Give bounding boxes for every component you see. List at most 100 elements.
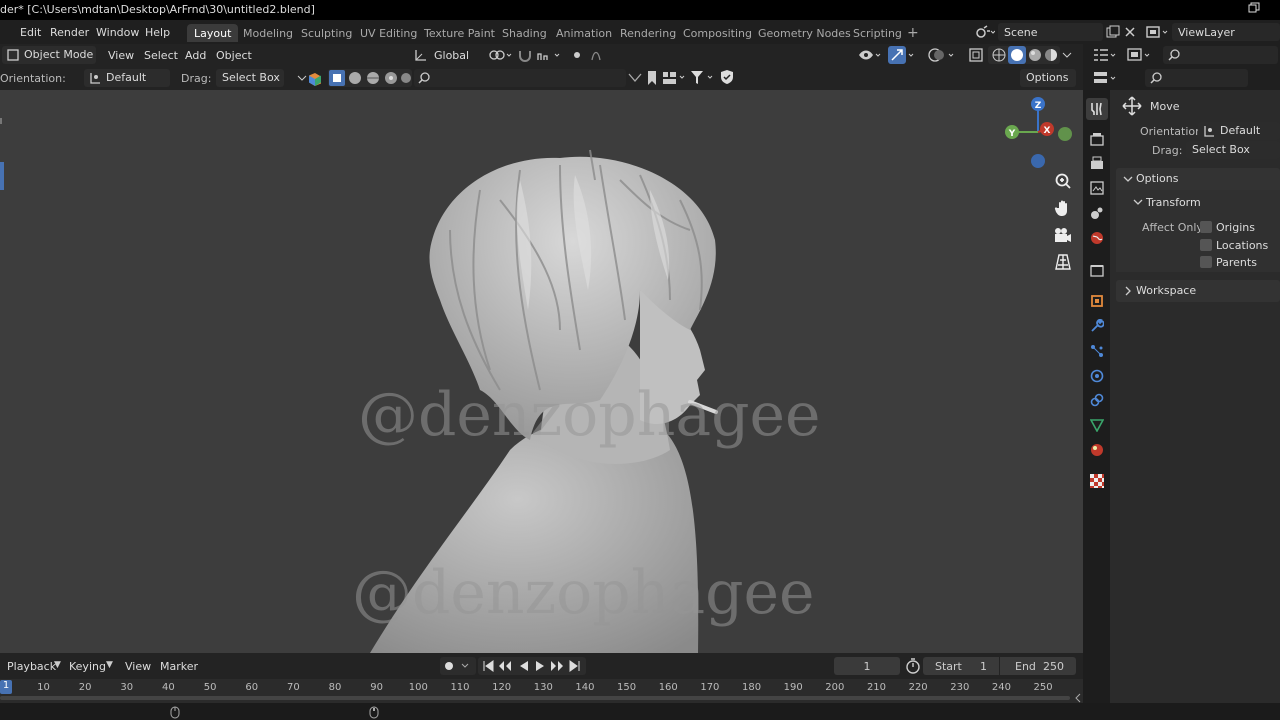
menu-playback[interactable]: Playback xyxy=(7,660,56,673)
tab-tool[interactable] xyxy=(1086,98,1108,120)
filter-dropdown-icon[interactable] xyxy=(627,72,643,84)
texture-icon[interactable] xyxy=(1090,474,1104,488)
scene-icon[interactable] xyxy=(975,25,995,39)
properties-editor-icon[interactable] xyxy=(1093,71,1119,85)
modifier-wrench-icon[interactable] xyxy=(1090,319,1104,333)
jump-end-icon[interactable] xyxy=(569,660,581,672)
sort-icon[interactable] xyxy=(662,71,688,85)
globe-icon[interactable] xyxy=(347,70,363,86)
options-dropdown[interactable]: Options xyxy=(1020,69,1076,87)
shield-icon[interactable] xyxy=(719,69,735,85)
material-icon[interactable] xyxy=(1090,443,1104,457)
add-workspace-icon[interactable]: + xyxy=(900,22,926,41)
overlays-icon[interactable] xyxy=(928,47,958,63)
collection-icon[interactable] xyxy=(1090,263,1104,277)
scene-field[interactable]: Scene xyxy=(998,23,1103,41)
playhead[interactable]: 1 xyxy=(0,680,12,694)
start-frame-field[interactable]: Start 1 xyxy=(923,657,999,675)
outliner-editor-icon[interactable] xyxy=(1093,48,1119,62)
camera-globe-icon[interactable] xyxy=(400,70,412,86)
restore-window-icon[interactable] xyxy=(1248,2,1260,14)
menu-window[interactable]: Window xyxy=(96,26,139,39)
tab-rendering[interactable]: Rendering xyxy=(613,24,683,42)
parents-checkbox[interactable] xyxy=(1200,256,1212,268)
new-scene-icon[interactable] xyxy=(1106,25,1120,39)
pivot-point-icon[interactable] xyxy=(488,48,516,62)
next-keyframe-icon[interactable] xyxy=(550,660,564,672)
timeline-ruler[interactable]: 1 10 20 30 40 50 60 70 80 90 100 110 120 130 140 150 16… xyxy=(0,679,1083,703)
menu-view[interactable]: View xyxy=(108,49,134,62)
tab-layout[interactable]: Layout xyxy=(187,24,239,42)
bookmark-icon[interactable] xyxy=(646,70,658,86)
tab-texture-paint[interactable]: Texture Paint xyxy=(417,24,502,42)
menu-timeline-view[interactable]: View xyxy=(125,660,151,673)
pan-hand-icon[interactable] xyxy=(1054,199,1072,217)
scroll-arrow-icon[interactable] xyxy=(1074,693,1082,703)
menu-add[interactable]: Add xyxy=(185,49,206,62)
menu-keying[interactable]: Keying xyxy=(69,660,106,673)
delete-scene-icon[interactable] xyxy=(1124,26,1136,38)
display-mode-icon[interactable] xyxy=(1127,48,1153,62)
timeline-scrollbar[interactable] xyxy=(0,696,1070,700)
select-box-icon[interactable] xyxy=(329,70,345,86)
play-reverse-icon[interactable] xyxy=(518,660,530,672)
rendered-shading-icon[interactable] xyxy=(1043,47,1059,63)
particles-icon[interactable] xyxy=(1090,344,1104,358)
proportional-editing-icon[interactable] xyxy=(570,48,610,62)
tab-shading[interactable]: Shading xyxy=(495,24,554,42)
view-layer-icon[interactable] xyxy=(1146,25,1172,39)
perspective-grid-icon[interactable] xyxy=(1054,253,1072,271)
visibility-icon[interactable] xyxy=(858,48,884,62)
prop-drag-dropdown[interactable]: Select Box xyxy=(1186,141,1280,159)
mode-selector[interactable]: Object Mode xyxy=(2,46,96,64)
orientation-dropdown[interactable]: Default xyxy=(84,69,170,87)
tab-modeling[interactable]: Modeling xyxy=(236,24,300,42)
3d-viewport[interactable]: @denzophagee @denzophagee Z Y X xyxy=(0,90,1083,653)
view-layer-icon[interactable] xyxy=(1090,181,1104,195)
tab-animation[interactable]: Animation xyxy=(549,24,619,42)
tab-geometry-nodes[interactable]: Geometry Nodes xyxy=(751,24,858,42)
globe-alt-icon[interactable] xyxy=(365,70,381,86)
object-icon[interactable] xyxy=(1090,294,1104,308)
prop-orientation-dropdown[interactable]: Default xyxy=(1198,122,1280,140)
xray-icon[interactable] xyxy=(968,47,984,63)
menu-marker[interactable]: Marker xyxy=(160,660,198,673)
object-types-icon[interactable] xyxy=(296,72,322,86)
camera-view-icon[interactable] xyxy=(1054,226,1072,244)
transform-orientation-dropdown[interactable]: Global xyxy=(412,46,482,64)
locations-checkbox[interactable] xyxy=(1200,239,1212,251)
gizmo-toggle-icon[interactable] xyxy=(888,46,918,64)
navigation-gizmo[interactable]: Z Y X xyxy=(1000,94,1080,174)
stopwatch-icon[interactable] xyxy=(905,658,921,674)
data-icon[interactable] xyxy=(1090,418,1104,432)
end-frame-field[interactable]: End 250 xyxy=(1000,657,1076,675)
menu-edit[interactable]: Edit xyxy=(20,26,41,39)
search-input[interactable] xyxy=(414,69,626,87)
world-icon[interactable] xyxy=(1090,231,1104,245)
jump-start-icon[interactable] xyxy=(482,660,494,672)
menu-render[interactable]: Render xyxy=(50,26,89,39)
menu-object[interactable]: Object xyxy=(216,49,252,62)
auto-keying-toggle[interactable] xyxy=(440,657,476,675)
menu-select[interactable]: Select xyxy=(144,49,178,62)
tab-compositing[interactable]: Compositing xyxy=(676,24,759,42)
render-icon[interactable] xyxy=(1090,132,1104,146)
wireframe-shading-icon[interactable] xyxy=(991,47,1007,63)
output-icon[interactable] xyxy=(1090,156,1104,170)
tab-uv-editing[interactable]: UV Editing xyxy=(353,24,424,42)
properties-search-input[interactable] xyxy=(1145,69,1248,87)
snap-icon[interactable] xyxy=(518,48,564,62)
transform-subpanel-header[interactable]: Transform xyxy=(1126,192,1276,212)
play-icon[interactable] xyxy=(534,660,546,672)
outliner-search-input[interactable] xyxy=(1163,46,1278,64)
zoom-icon[interactable] xyxy=(1054,172,1072,190)
funnel-filter-icon[interactable] xyxy=(690,70,716,86)
options-panel-header[interactable]: Options xyxy=(1116,168,1280,190)
view-layer-field[interactable]: ViewLayer xyxy=(1172,23,1280,41)
constraints-icon[interactable] xyxy=(1090,393,1104,407)
current-frame-field[interactable]: 1 xyxy=(834,657,900,675)
material-shading-icon[interactable] xyxy=(1027,47,1043,63)
shading-dropdown-icon[interactable] xyxy=(1062,51,1072,59)
render-globe-icon[interactable] xyxy=(383,70,399,86)
physics-icon[interactable] xyxy=(1090,369,1104,383)
